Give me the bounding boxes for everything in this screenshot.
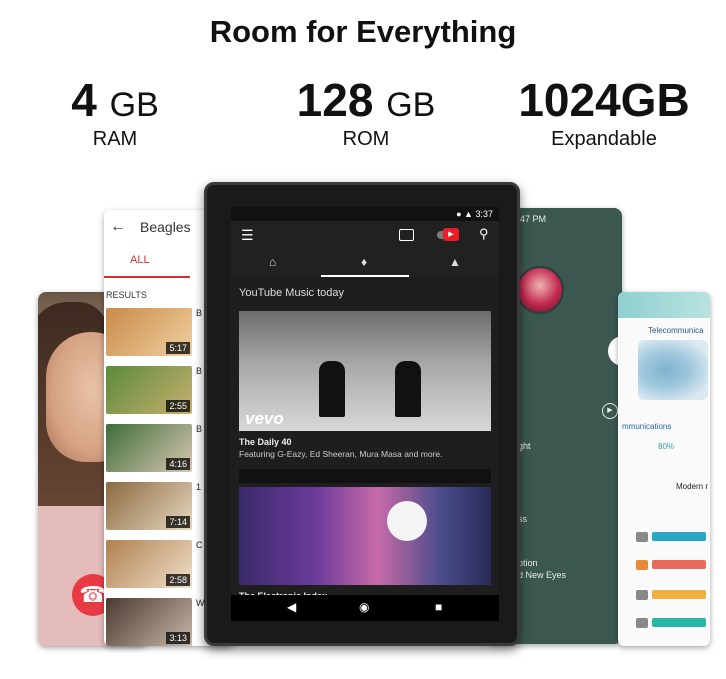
video-card-thumbnail[interactable]: vevo [239, 311, 491, 431]
spec-ram-unit: GB [109, 86, 159, 124]
spec-rom: 128 GB ROM [286, 76, 446, 151]
divider [239, 469, 491, 483]
headline: Room for Everything [209, 14, 517, 49]
play-icon[interactable]: ▶ [602, 403, 618, 419]
tab-all[interactable]: ALL [104, 244, 190, 278]
phone-icon [636, 560, 648, 570]
world-map [638, 340, 708, 400]
video-thumb[interactable]: 7:14 [106, 482, 192, 530]
info-bar [652, 618, 706, 627]
duration-badge: 3:13 [166, 632, 190, 644]
video-thumb[interactable]: 4:16 [106, 424, 192, 472]
spec-expandable-label: Expandable [551, 128, 657, 150]
info-title: Telecommunica [648, 326, 704, 335]
back-arrow-icon[interactable]: ← [110, 218, 126, 236]
info-modern: Modern r [676, 482, 709, 491]
infographic-device: Telecommunica mmunications 80% Modern r [618, 292, 710, 646]
card-subtitle: Featuring G-Eazy, Ed Sheeran, Mura Masa … [239, 449, 443, 459]
radio-icon [636, 590, 648, 600]
section-title: YouTube Music today [239, 287, 344, 299]
track-text: d New Eyes [518, 570, 567, 580]
spec-rom-value: 128 [296, 74, 374, 126]
youtube-toggle-icon[interactable]: ▶ [443, 228, 459, 241]
info-bar [652, 590, 706, 599]
spec-expandable: 1024GB Expandable [506, 76, 702, 151]
figure-shape [395, 361, 421, 417]
recents-icon[interactable]: ■ [435, 600, 442, 614]
app-toolbar: ☰ ▶ ⚲ [231, 221, 499, 249]
artist-avatar[interactable] [516, 266, 564, 314]
trending-icon[interactable]: ♦ [361, 255, 367, 269]
figure-shape [319, 361, 345, 417]
back-icon[interactable]: ◀ [287, 600, 296, 614]
info-header-band [618, 292, 710, 318]
info-subtitle: mmunications [622, 422, 672, 431]
track-text: ption [518, 558, 538, 568]
thumbs-up-icon[interactable]: ▲ [449, 255, 461, 269]
info-percent: 80% [658, 442, 675, 451]
marshmello-head [387, 501, 427, 541]
spec-rom-label: ROM [342, 128, 390, 150]
result-title: B [196, 424, 203, 434]
result-title: B [196, 308, 203, 318]
video-card-thumbnail[interactable] [239, 487, 491, 585]
duration-badge: 5:17 [166, 342, 190, 354]
home-icon[interactable]: ⌂ [269, 255, 276, 269]
cast-icon[interactable] [399, 229, 414, 241]
info-bar [652, 560, 706, 569]
tab-bar: ⌂ ♦ ▲ [231, 249, 499, 277]
video-thumb[interactable]: 5:17 [106, 308, 192, 356]
menu-icon[interactable]: ☰ [241, 227, 254, 244]
duration-badge: 2:55 [166, 400, 190, 412]
spec-expandable-value: 1024GB [518, 74, 690, 126]
vevo-logo: vevo [245, 409, 284, 428]
info-bar [652, 532, 706, 541]
video-thumb[interactable]: 3:13 [106, 598, 192, 646]
status-time: 3:37 [475, 209, 493, 219]
spec-rom-unit: GB [386, 86, 436, 124]
status-bar: ● ▲ 3:37 [231, 207, 499, 221]
tv-icon [636, 532, 648, 542]
nav-bar: ◀ ◉ ■ [231, 595, 499, 621]
active-tab-indicator [321, 275, 409, 277]
search-icon[interactable]: ⚲ [479, 226, 489, 242]
spec-ram: 4 GB RAM [60, 76, 170, 151]
result-title: 1 [196, 482, 202, 492]
spec-ram-label: RAM [92, 128, 138, 150]
duration-badge: 4:16 [166, 458, 190, 470]
result-title: B [196, 366, 203, 376]
status-time: 47 PM [520, 214, 547, 224]
video-thumb[interactable]: 2:58 [106, 540, 192, 588]
spec-ram-value: 4 [71, 74, 97, 126]
search-query: Beagles [140, 219, 191, 235]
result-title: C [196, 540, 203, 550]
duration-badge: 7:14 [166, 516, 190, 528]
video-thumb[interactable]: 2:55 [106, 366, 192, 414]
duration-badge: 2:58 [166, 574, 190, 586]
card-title[interactable]: The Daily 40 [239, 437, 292, 447]
tablet-screen: ● ▲ 3:37 ☰ ▶ ⚲ ⌂ ♦ ▲ YouTube Music today… [231, 207, 499, 621]
home-button-icon[interactable]: ◉ [359, 600, 369, 614]
camera-icon [636, 618, 648, 628]
main-tablet: ● ▲ 3:37 ☰ ▶ ⚲ ⌂ ♦ ▲ YouTube Music today… [204, 182, 520, 646]
